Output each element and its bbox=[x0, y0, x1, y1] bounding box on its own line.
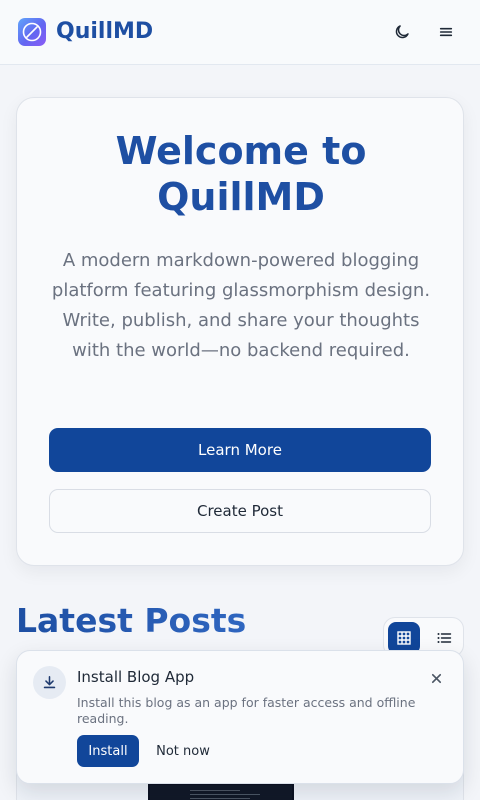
brand-name[interactable]: QuillMD bbox=[56, 17, 153, 47]
install-title: Install Blog App bbox=[77, 668, 195, 686]
theme-toggle-button[interactable] bbox=[388, 18, 416, 46]
app-header: QuillMD bbox=[0, 0, 480, 65]
hero-title: Welcome to QuillMD bbox=[115, 129, 367, 219]
close-icon bbox=[431, 673, 441, 683]
install-button[interactable]: Install bbox=[77, 735, 139, 767]
create-post-button[interactable]: Create Post bbox=[49, 489, 431, 533]
quill-icon[interactable] bbox=[18, 18, 46, 46]
menu-button[interactable] bbox=[432, 18, 460, 46]
list-icon bbox=[437, 633, 452, 643]
latest-posts-title: Latest Posts bbox=[16, 601, 247, 640]
menu-icon bbox=[439, 27, 453, 37]
close-button[interactable] bbox=[425, 667, 447, 689]
grid-icon bbox=[397, 631, 411, 645]
post-thumbnail bbox=[148, 783, 294, 800]
install-prompt: Install Blog App Install this blog as an… bbox=[16, 650, 464, 784]
moon-icon bbox=[395, 25, 409, 39]
download-icon bbox=[33, 666, 66, 699]
hero-description: A modern markdown-powered blogging platf… bbox=[51, 250, 431, 361]
learn-more-button[interactable]: Learn More bbox=[49, 428, 431, 472]
hero-card: Welcome to QuillMD A modern markdown-pow… bbox=[16, 97, 464, 566]
not-now-button[interactable]: Not now bbox=[147, 735, 219, 767]
install-description: Install this blog as an app for faster a… bbox=[77, 695, 416, 726]
